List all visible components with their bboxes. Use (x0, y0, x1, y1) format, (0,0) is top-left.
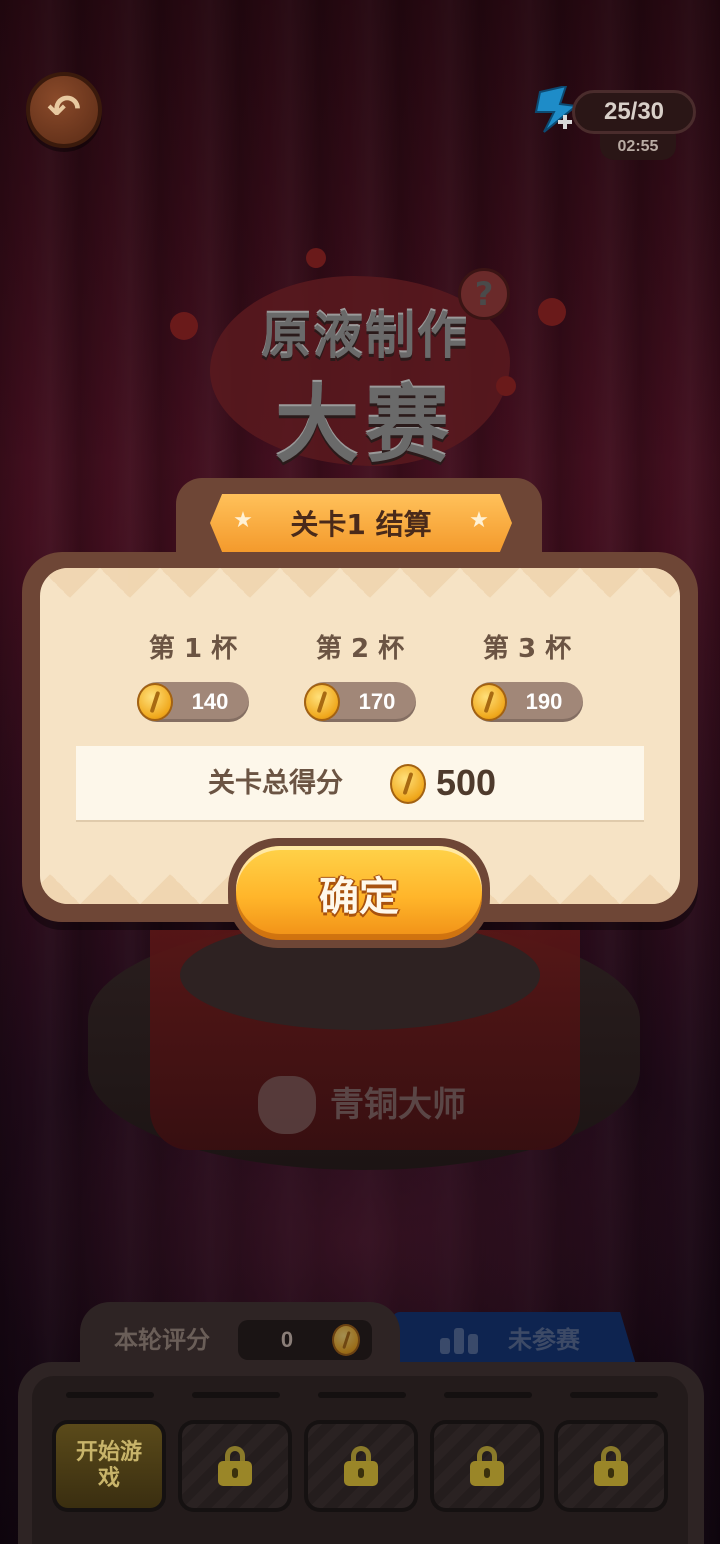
locked-slot[interactable] (178, 1420, 292, 1512)
zigzag-pattern (40, 568, 680, 608)
cup-score-pill: 190 (471, 682, 583, 722)
cup-score-value: 190 (525, 689, 563, 714)
cup-score-pill: 170 (304, 682, 416, 722)
star-icon: ★ (469, 508, 489, 533)
star-icon: ★ (233, 508, 253, 533)
coffee-bean-coin-icon (137, 683, 173, 721)
bubble-decoration (496, 376, 516, 396)
cup-label: 第 3 杯 (482, 634, 572, 664)
total-score-bar (76, 746, 644, 820)
bubble-decoration (170, 312, 198, 340)
total-score-value: 500 (436, 762, 497, 803)
cup-score-pill: 140 (137, 682, 249, 722)
undo-arrow-icon: ↶ (47, 87, 81, 133)
energy-counter[interactable]: 25/30 02:55 (532, 86, 698, 164)
coffee-bean-coin-icon (471, 683, 507, 721)
slot-indicator (570, 1392, 658, 1398)
round-score-value: 0 (280, 1327, 294, 1352)
cup-score-value: 140 (191, 689, 229, 714)
coffee-bean-coin-icon (390, 764, 426, 804)
lock-icon (592, 1446, 630, 1486)
slot-indicator (192, 1392, 280, 1398)
start-game-label: 开始游戏 (56, 1424, 162, 1508)
cup-label: 第 2 杯 (315, 634, 405, 664)
energy-timer: 02:55 (600, 134, 676, 160)
cup-score-2: 第 2 杯 170 (285, 630, 435, 722)
total-score-label: 关卡总得分 (208, 768, 343, 799)
coffee-bean-coin-icon (304, 683, 340, 721)
bubble-decoration (538, 298, 566, 326)
locked-slot[interactable] (430, 1420, 544, 1512)
lock-icon (216, 1446, 254, 1486)
cup-score-3: 第 3 杯 190 (452, 630, 602, 722)
confirm-button[interactable]: 确定 (228, 838, 490, 948)
tab-round-score-label: 本轮评分 (114, 1326, 210, 1354)
bubble-decoration (306, 248, 326, 268)
dialog-title: 关卡1 结算 (290, 508, 432, 541)
back-button[interactable]: ↶ (26, 72, 102, 148)
event-logo: 原液制作 大赛 ? (200, 246, 530, 476)
slot-indicator (444, 1392, 532, 1398)
cup-score-value: 170 (358, 689, 396, 714)
locked-slot[interactable] (554, 1420, 668, 1512)
cup-label: 第 1 杯 (148, 634, 238, 664)
slot-indicator (66, 1392, 154, 1398)
start-game-slot[interactable]: 开始游戏 (52, 1420, 166, 1512)
tab-ranking-label: 未参赛 (508, 1326, 580, 1354)
slot-indicator (318, 1392, 406, 1398)
coffee-bean-coin-icon (332, 1324, 360, 1356)
cup-score-1: 第 1 杯 140 (118, 630, 268, 722)
lock-icon (468, 1446, 506, 1486)
logo-title-line2: 大赛 (274, 376, 455, 474)
energy-value: 25/30 (572, 90, 696, 134)
bar-chart-icon (440, 1326, 480, 1354)
confirm-button-label: 确定 (236, 846, 482, 940)
coffee-bag-search-icon (258, 1076, 316, 1134)
locked-slot[interactable] (304, 1420, 418, 1512)
dialog-title-ribbon: ★ 关卡1 结算 ★ (210, 494, 512, 552)
rank-label: 青铜大师 (330, 1085, 466, 1125)
help-icon[interactable]: ? (458, 268, 510, 320)
lock-icon (342, 1446, 380, 1486)
